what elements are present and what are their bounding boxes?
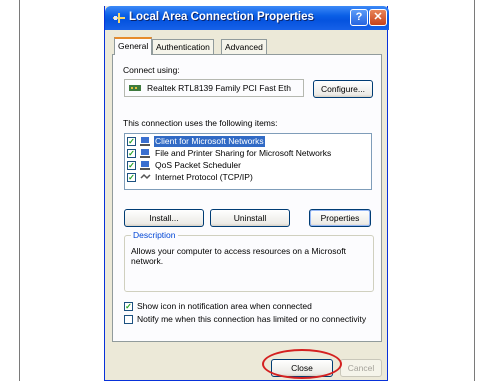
- notify-checkbox[interactable]: [124, 315, 133, 324]
- close-window-button[interactable]: ✕: [369, 9, 387, 26]
- description-text: Allows your computer to access resources…: [131, 246, 346, 266]
- description-title: Description: [131, 230, 178, 240]
- close-button-highlight: [262, 349, 342, 379]
- tab-advanced[interactable]: Advanced: [221, 39, 267, 54]
- show-icon-label: Show icon in notification area when conn…: [137, 301, 312, 311]
- right-frame-line: [474, 0, 475, 381]
- item-checkbox[interactable]: ✓: [127, 173, 136, 182]
- uninstall-button[interactable]: Uninstall: [210, 209, 290, 227]
- item-checkbox[interactable]: ✓: [127, 161, 136, 170]
- tcpip-protocol-icon: [140, 173, 151, 180]
- general-tab-panel: Connect using: Realtek RTL8139 Family PC…: [112, 54, 382, 342]
- network-client-icon: [140, 137, 150, 146]
- configure-button[interactable]: Configure...: [313, 80, 373, 98]
- notify-label: Notify me when this connection has limit…: [137, 314, 367, 324]
- cancel-button[interactable]: Cancel: [340, 359, 382, 377]
- network-adapter-icon: [129, 85, 141, 91]
- connect-using-label: Connect using:: [123, 65, 180, 75]
- tab-general[interactable]: General: [114, 37, 153, 55]
- item-checkbox[interactable]: ✓: [127, 149, 136, 158]
- list-item[interactable]: ✓ File and Printer Sharing for Microsoft…: [127, 148, 369, 160]
- network-connection-icon: [113, 13, 125, 23]
- adapter-name: Realtek RTL8139 Family PCI Fast Eth: [147, 83, 291, 93]
- item-label: QoS Packet Scheduler: [155, 160, 241, 170]
- show-icon-checkbox[interactable]: ✓: [124, 302, 133, 311]
- item-label: File and Printer Sharing for Microsoft N…: [155, 148, 332, 158]
- item-label: Internet Protocol (TCP/IP): [155, 172, 253, 182]
- qos-scheduler-icon: [140, 161, 150, 170]
- items-label: This connection uses the following items…: [123, 118, 278, 128]
- list-item[interactable]: ✓ QoS Packet Scheduler: [127, 160, 369, 172]
- left-frame-line: [19, 0, 20, 381]
- window-title: Local Area Connection Properties: [129, 11, 314, 23]
- item-checkbox[interactable]: ✓: [127, 137, 136, 146]
- properties-button[interactable]: Properties: [309, 209, 371, 227]
- properties-dialog: Local Area Connection Properties ? ✕ Gen…: [104, 6, 389, 381]
- item-label: Client for Microsoft Networks: [154, 136, 265, 147]
- list-item[interactable]: ✓ Client for Microsoft Networks: [127, 136, 369, 148]
- install-button[interactable]: Install...: [124, 209, 204, 227]
- adapter-field: Realtek RTL8139 Family PCI Fast Eth: [124, 79, 304, 97]
- tab-authentication[interactable]: Authentication: [152, 39, 214, 54]
- title-bar[interactable]: Local Area Connection Properties ? ✕: [105, 6, 389, 30]
- help-button[interactable]: ?: [350, 9, 368, 26]
- components-list[interactable]: ✓ Client for Microsoft Networks ✓ File a…: [124, 133, 372, 190]
- description-group: Description Allows your computer to acce…: [124, 230, 374, 292]
- list-item[interactable]: ✓ Internet Protocol (TCP/IP): [127, 172, 369, 184]
- file-printer-sharing-icon: [140, 149, 150, 158]
